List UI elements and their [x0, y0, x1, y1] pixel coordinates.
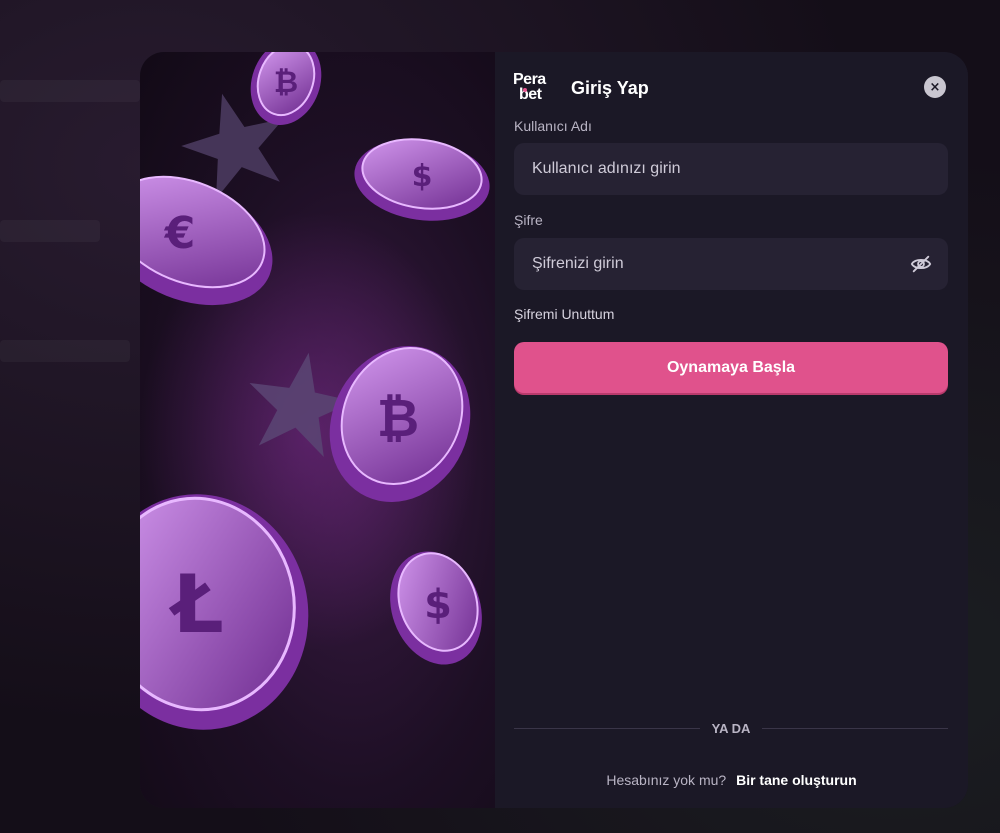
- signup-question: Hesabınız yok mu?: [606, 772, 727, 788]
- login-modal: ₿ $ € ₿ Ł $ Pera bet Giriş Yap × Kullanı…: [140, 52, 968, 808]
- coin-symbol: Ł: [168, 558, 223, 651]
- divider-line: [762, 727, 948, 729]
- login-panel: Pera bet Giriş Yap × Kullanıcı Adı Şifre…: [495, 52, 968, 808]
- bitcoin-coin-small: ₿: [250, 52, 322, 125]
- eye-slash-icon[interactable]: [910, 253, 932, 275]
- background-blur-row: [0, 80, 140, 102]
- background-blur-row: [0, 220, 100, 242]
- divider-text: YA DA: [711, 720, 751, 736]
- username-field-wrapper: [514, 143, 948, 195]
- coin-symbol: €: [164, 208, 196, 259]
- start-playing-button[interactable]: Oynamaya Başla: [514, 342, 948, 393]
- coin-symbol: $: [412, 159, 433, 194]
- username-label: Kullanıcı Adı: [514, 118, 592, 134]
- coin-symbol: ₿: [377, 389, 419, 449]
- password-input[interactable]: [530, 254, 910, 274]
- coins-illustration: ₿ $ € ₿ Ł $: [140, 52, 490, 730]
- signup-link[interactable]: Bir tane oluşturun: [736, 772, 857, 788]
- signup-prompt: Hesabınız yok mu? Bir tane oluşturun: [495, 772, 968, 788]
- forgot-password-link[interactable]: Şifremi Unuttum: [514, 306, 614, 322]
- brand-logo: Pera bet: [513, 71, 557, 105]
- password-field-wrapper: [514, 238, 948, 290]
- logo-dot: [523, 88, 527, 92]
- background-blur-row: [0, 340, 130, 362]
- coin-symbol: ₿: [274, 65, 298, 100]
- promo-artwork: ₿ $ € ₿ Ł $: [140, 52, 495, 808]
- dollar-coin-top: $: [354, 138, 490, 221]
- coin-symbol: $: [424, 582, 452, 628]
- or-divider: YA DA: [514, 718, 948, 738]
- divider-line: [514, 727, 700, 729]
- username-input[interactable]: [530, 159, 932, 179]
- password-label: Şifre: [514, 212, 543, 228]
- page-title: Giriş Yap: [571, 77, 649, 98]
- close-icon: ×: [929, 79, 941, 95]
- panel-header: Pera bet Giriş Yap: [513, 70, 649, 106]
- close-button[interactable]: ×: [924, 76, 946, 98]
